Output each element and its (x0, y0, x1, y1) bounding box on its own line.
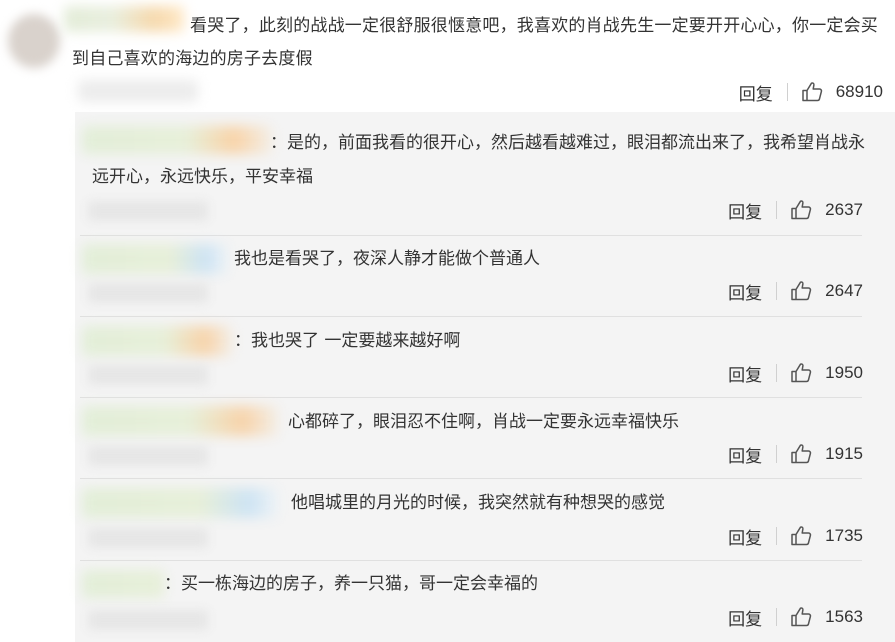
reply-actions: 回复 2637 (728, 195, 863, 225)
thumbs-up-icon[interactable] (789, 361, 813, 385)
reply-divider (80, 397, 862, 398)
divider (776, 364, 778, 382)
reply-actions: 回复 1735 (728, 521, 863, 551)
main-comment-actions: 回复 68910 (739, 77, 883, 107)
reply-button[interactable]: 回复 (728, 198, 762, 223)
thumbs-up-icon[interactable] (800, 80, 824, 104)
like-count: 2637 (825, 200, 863, 219)
thumbs-up-icon[interactable] (789, 279, 813, 303)
main-comment-text: 看哭了，此刻的战战一定很舒服很惬意吧，我喜欢的肖战先生一定要开开心心，你一定会买… (72, 16, 878, 69)
thumbs-up-icon[interactable] (789, 442, 813, 466)
reply-actions: 回复 1915 (728, 439, 863, 469)
reply-divider (80, 560, 862, 561)
reply-timestamp-blurred (88, 528, 208, 548)
reply-username-blurred[interactable] (82, 406, 278, 436)
reply-button[interactable]: 回复 (728, 605, 762, 630)
like-count: 1915 (825, 444, 863, 463)
avatar[interactable] (8, 14, 60, 68)
reply-actions: 回复 1563 (728, 602, 863, 632)
reply-button[interactable]: 回复 (728, 524, 762, 549)
reply-button[interactable]: 回复 (728, 279, 762, 304)
reply-actions: 回复 2647 (728, 276, 863, 306)
reply-text: 他唱城里的月光的时候，我突然就有种想哭的感觉 (291, 493, 665, 513)
reply-button[interactable]: 回复 (728, 442, 762, 467)
reply-timestamp-blurred (88, 283, 208, 303)
thumbs-up-icon[interactable] (789, 198, 813, 222)
reply-text: ：我也哭了 一定要越来越好啊 (234, 331, 461, 351)
reply-timestamp-blurred (88, 610, 208, 630)
reply-text: 我也是看哭了，夜深人静才能做个普通人 (234, 249, 540, 269)
reply-username-blurred[interactable] (82, 326, 232, 356)
reply-username-blurred[interactable] (82, 570, 164, 598)
reply-timestamp-blurred (88, 446, 208, 466)
reply-text: ：是的，前面我看的很开心，然后越看越难过，眼泪都流出来了，我希望肖战永远开心，永… (92, 133, 865, 187)
reply-text: 心都碎了，眼泪忍不住啊，肖战一定要永远幸福快乐 (288, 412, 679, 432)
like-count: 2647 (825, 281, 863, 300)
thumbs-up-icon[interactable] (789, 605, 813, 629)
divider (776, 282, 778, 300)
reply-divider (80, 478, 862, 479)
like-count: 1563 (825, 607, 863, 626)
reply-button[interactable]: 回复 (728, 361, 762, 386)
like-count: 1735 (825, 526, 863, 545)
reply-text: ：买一栋海边的房子，养一只猫，哥一定会幸福的 (164, 574, 538, 594)
reply-actions: 回复 1950 (728, 358, 863, 388)
timestamp-blurred (78, 80, 198, 102)
reply-divider (80, 316, 862, 317)
reply-timestamp-blurred (88, 365, 208, 385)
reply-username-blurred[interactable] (82, 244, 228, 274)
reply-button[interactable]: 回复 (739, 80, 773, 105)
reply-divider (80, 235, 862, 236)
like-count: 1950 (825, 363, 863, 382)
reply-timestamp-blurred (88, 201, 208, 221)
divider (776, 527, 778, 545)
divider (786, 83, 788, 101)
divider (776, 201, 778, 219)
divider (776, 445, 778, 463)
thumbs-up-icon[interactable] (789, 524, 813, 548)
like-count: 68910 (835, 82, 883, 101)
reply-username-blurred[interactable] (82, 488, 278, 518)
divider (776, 608, 778, 626)
